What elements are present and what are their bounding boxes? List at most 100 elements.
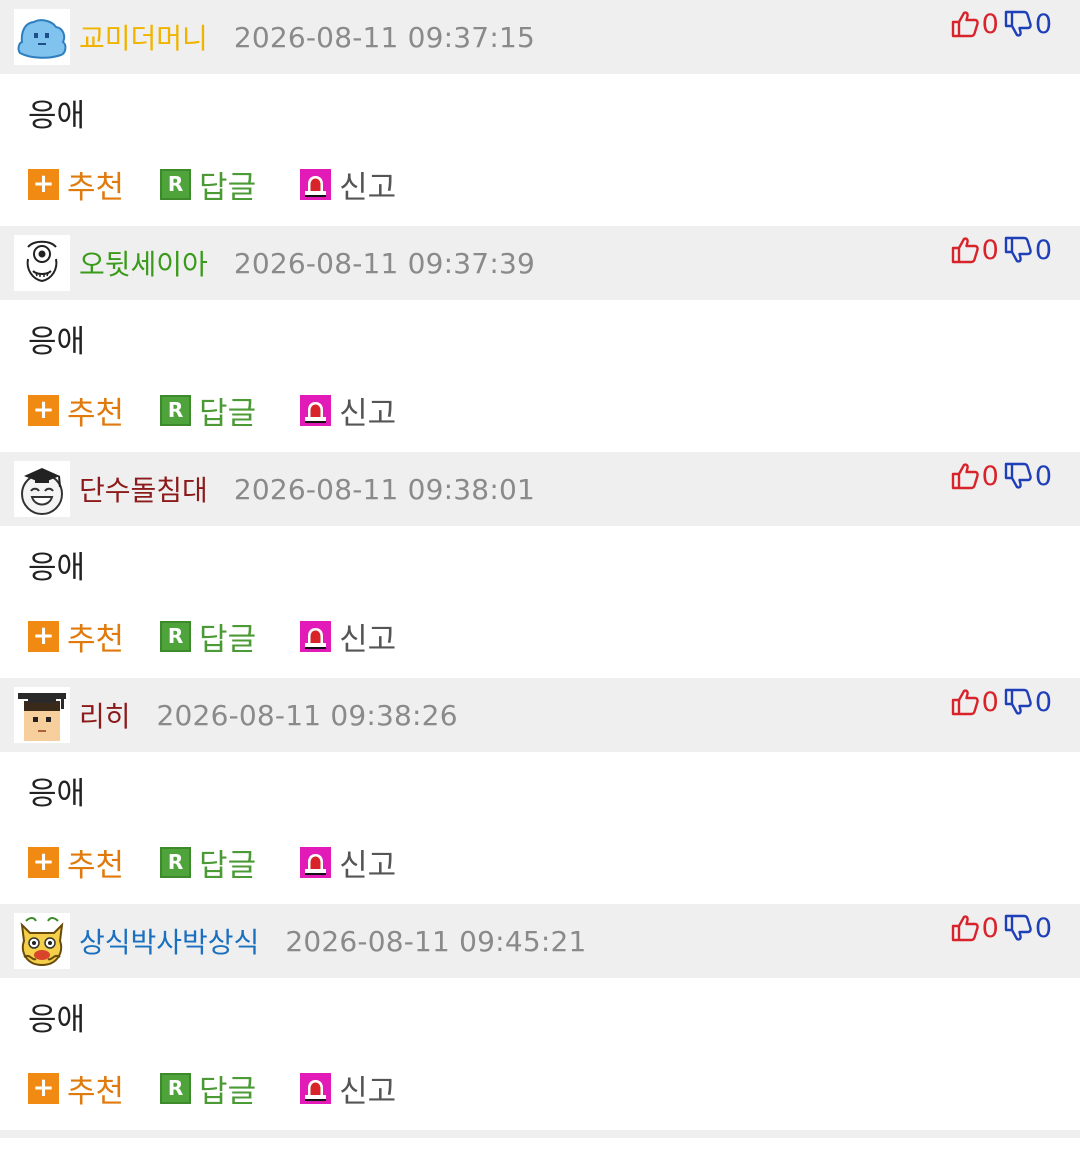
reply-r-icon: R [160,168,192,200]
cyclops-face-avatar[interactable] [14,235,70,291]
comment-text: 응애 [28,1002,86,1038]
thumbs-down-icon [1003,913,1033,943]
report-label: 신고 [339,1073,397,1110]
plus-icon: + [28,168,59,200]
upvote-button[interactable]: 0 [950,9,1003,40]
nickname[interactable]: 단수돌침대 [79,469,208,509]
downvote-button[interactable]: 0 [1003,235,1052,266]
comment-body: 응애 + 추천 R 답글 신고 [0,752,1080,904]
siren-icon [300,846,332,878]
comment-header: 리히 2026-08-11 09:38:26 0 0 [0,678,1080,752]
plus-icon: + [28,1072,59,1104]
comment-header: 오뒷세이아 2026-08-11 09:37:39 0 0 [0,226,1080,300]
reply-r-icon: R [160,846,192,878]
reply-button[interactable]: R 답글 [160,1066,256,1111]
comment-item: 오뒷세이아 2026-08-11 09:37:39 0 0 응애 + 추천 R … [0,226,1080,452]
report-label: 신고 [339,169,397,206]
timestamp: 2026-08-11 09:38:01 [233,472,535,506]
reply-r-icon: R [160,620,192,652]
comment-actions: + 추천 R 답글 신고 [28,166,396,206]
recommend-button[interactable]: + 추천 [28,840,124,885]
reply-r-icon: R [160,1072,192,1104]
recommend-button[interactable]: + 추천 [28,162,124,207]
plus-icon: + [28,846,59,878]
reply-button[interactable]: R 답글 [160,840,256,885]
timestamp: 2026-08-11 09:37:15 [233,20,535,54]
thumbs-up-icon [950,461,980,491]
siren-icon [300,168,332,200]
comment-text: 응애 [28,324,86,360]
downvote-button[interactable]: 0 [1003,687,1052,718]
comment-body: 응애 + 추천 R 답글 신고 [0,74,1080,226]
comment-body: 응애 + 추천 R 답글 신고 [0,300,1080,452]
comment-list: 교미더머니 2026-08-11 09:37:15 0 0 응애 + 추천 R … [0,0,1080,1130]
graduate-boy-avatar[interactable] [14,687,70,743]
reply-label: 답글 [199,169,257,206]
comment-header: 교미더머니 2026-08-11 09:37:15 0 0 [0,0,1080,74]
upvote-button[interactable]: 0 [950,913,1003,944]
nickname[interactable]: 상식박사박상식 [79,921,259,961]
upvote-count: 0 [981,460,999,492]
upvote-count: 0 [981,912,999,944]
comment-body: 응애 + 추천 R 답글 신고 [0,526,1080,678]
report-button[interactable]: 신고 [300,388,396,433]
vote-group: 0 0 [950,686,1052,718]
graduate-smiley-avatar[interactable] [14,461,70,517]
recommend-label: 추천 [67,1073,125,1110]
recommend-button[interactable]: + 추천 [28,388,124,433]
report-label: 신고 [339,847,397,884]
comment-text: 응애 [28,98,86,134]
downvote-count: 0 [1034,460,1052,492]
report-button[interactable]: 신고 [300,614,396,659]
reply-r-icon: R [160,394,192,426]
siren-icon [300,1072,332,1104]
recommend-button[interactable]: + 추천 [28,1066,124,1111]
plus-icon: + [28,394,59,426]
upvote-button[interactable]: 0 [950,687,1003,718]
downvote-button[interactable]: 0 [1003,461,1052,492]
comment-item: 상식박사박상식 2026-08-11 09:45:21 0 0 응애 + 추천 … [0,904,1080,1130]
siren-icon [300,620,332,652]
nickname[interactable]: 교미더머니 [79,17,208,57]
thumbs-down-icon [1003,687,1033,717]
report-button[interactable]: 신고 [300,162,396,207]
downvote-button[interactable]: 0 [1003,9,1052,40]
reply-button[interactable]: R 답글 [160,614,256,659]
nickname[interactable]: 오뒷세이아 [79,243,208,283]
thumbs-up-icon [950,913,980,943]
comment-body: 응애 + 추천 R 답글 신고 [0,978,1080,1130]
reply-button[interactable]: R 답글 [160,388,256,433]
upvote-count: 0 [981,686,999,718]
downvote-button[interactable]: 0 [1003,913,1052,944]
list-footer-divider [0,1130,1080,1138]
nickname[interactable]: 리히 [79,695,131,735]
thumbs-up-icon [950,687,980,717]
recommend-label: 추천 [67,847,125,884]
recommend-label: 추천 [67,169,125,206]
comment-item: 교미더머니 2026-08-11 09:37:15 0 0 응애 + 추천 R … [0,0,1080,226]
blue-slime-avatar[interactable] [14,9,70,65]
yellow-cat-avatar[interactable] [14,913,70,969]
vote-group: 0 0 [950,234,1052,266]
comment-item: 리히 2026-08-11 09:38:26 0 0 응애 + 추천 R 답글 … [0,678,1080,904]
report-button[interactable]: 신고 [300,840,396,885]
report-button[interactable]: 신고 [300,1066,396,1111]
reply-button[interactable]: R 답글 [160,162,256,207]
downvote-count: 0 [1034,8,1052,40]
comment-header: 단수돌침대 2026-08-11 09:38:01 0 0 [0,452,1080,526]
comment-actions: + 추천 R 답글 신고 [28,618,396,658]
thumbs-up-icon [950,9,980,39]
comment-actions: + 추천 R 답글 신고 [28,1070,396,1110]
siren-icon [300,394,332,426]
thumbs-down-icon [1003,461,1033,491]
comment-text: 응애 [28,550,86,586]
comment-actions: + 추천 R 답글 신고 [28,844,396,884]
recommend-button[interactable]: + 추천 [28,614,124,659]
vote-group: 0 0 [950,460,1052,492]
reply-label: 답글 [199,1073,257,1110]
upvote-button[interactable]: 0 [950,461,1003,492]
upvote-button[interactable]: 0 [950,235,1003,266]
vote-group: 0 0 [950,8,1052,40]
timestamp: 2026-08-11 09:38:26 [156,698,458,732]
thumbs-down-icon [1003,9,1033,39]
